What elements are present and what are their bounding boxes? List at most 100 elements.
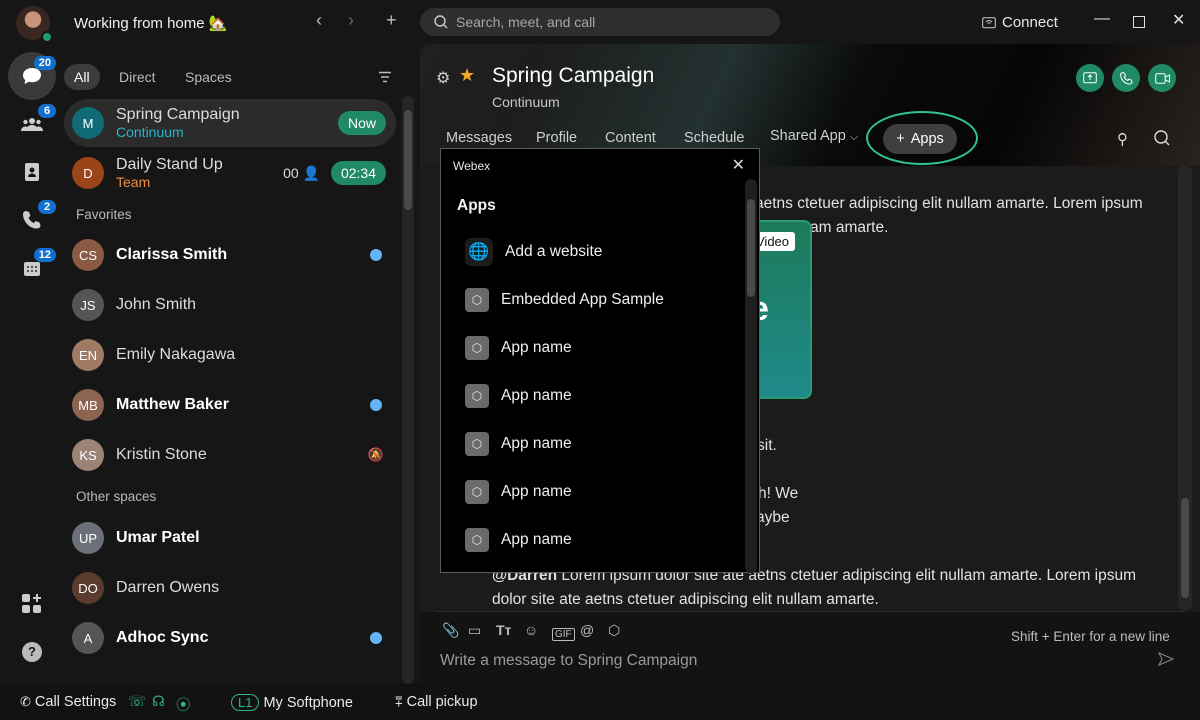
settings-gear-icon[interactable]: ⚙ [436, 68, 450, 88]
app-icon: ⬡ [465, 288, 489, 312]
list-scrollbar[interactable] [402, 96, 414, 684]
list-item-spring-campaign[interactable]: M Spring Campaign Continuum Now [64, 99, 396, 147]
list-item[interactable]: A Adhoc Sync [64, 614, 396, 662]
add-apps-button[interactable] [22, 594, 42, 619]
app-name: Add a website [505, 243, 603, 260]
list-item[interactable]: DO Darren Owens [64, 564, 396, 612]
tab-profile[interactable]: Profile [536, 130, 577, 146]
teams-icon [21, 118, 43, 131]
back-button[interactable]: ‹ [316, 10, 322, 31]
search-input[interactable]: Search, meet, and call [420, 8, 780, 36]
rail-meetings[interactable]: 12 [8, 244, 56, 292]
teams-badge: 6 [38, 104, 56, 118]
app-list-item[interactable]: ⬡ App name [465, 430, 572, 458]
help-icon[interactable]: ? [22, 642, 42, 662]
contact-name: Umar Patel [116, 529, 200, 546]
list-item[interactable]: UP Umar Patel [64, 514, 396, 562]
filter-direct[interactable]: Direct [109, 64, 166, 90]
share-screen-button[interactable] [1076, 64, 1104, 92]
app-list-item[interactable]: ⬡ App name [465, 382, 572, 410]
user-status[interactable]: Working from home 🏡 [74, 14, 227, 32]
unread-indicator [370, 632, 382, 644]
meeting-timer-button[interactable]: 02:34 [330, 161, 386, 185]
call-pickup-button[interactable]: ⩱ Call pickup [395, 694, 478, 710]
screenshot-icon[interactable]: ▭ [468, 622, 481, 639]
apps-add-icon [22, 594, 41, 613]
tab-shared-app[interactable]: Shared App ⌵ [770, 128, 858, 144]
mention-icon[interactable]: @ [580, 622, 594, 638]
forward-button[interactable]: › [348, 10, 354, 31]
message-fragment: aetns ctetuer adipiscing elit nullam ama… [755, 195, 1143, 212]
app-list-item[interactable]: ⬡ Embedded App Sample [465, 286, 664, 314]
maximize-button[interactable] [1133, 16, 1145, 28]
app-icon: ⬡ [465, 528, 489, 552]
voicemail-icon[interactable]: ⦿ [176, 694, 191, 715]
list-item[interactable]: KS Kristin Stone 🔕 [64, 431, 396, 479]
format-text-icon[interactable]: Tт [496, 622, 511, 638]
popup-scrollbar[interactable] [745, 179, 757, 573]
search-space-icon[interactable] [1154, 130, 1170, 151]
popup-close-button[interactable]: ✕ [732, 155, 745, 175]
messages-scrollbar[interactable] [1178, 166, 1192, 610]
missed-call-icon[interactable]: ☊ [152, 694, 165, 710]
muted-bell-icon: 🔕 [367, 447, 384, 462]
tab-content[interactable]: Content [605, 130, 656, 146]
connect-button[interactable]: Connect [982, 14, 1058, 31]
contact-name: Darren Owens [116, 579, 220, 596]
join-now-button[interactable]: Now [337, 111, 386, 135]
space-name: Spring Campaign [116, 106, 240, 123]
new-button[interactable]: + [386, 10, 397, 31]
list-item-daily-stand-up[interactable]: D Daily Stand Up Team 00 👤 02:34 [64, 149, 396, 197]
participant-count: 00 👤 [283, 164, 320, 181]
team-name: Continuum [116, 124, 184, 140]
filter-menu-icon[interactable] [379, 70, 391, 88]
video-icon [1154, 72, 1170, 84]
space-subtitle[interactable]: Continuum [492, 94, 560, 110]
user-avatar[interactable] [16, 6, 53, 43]
send-button[interactable] [1157, 652, 1175, 671]
app-list-item[interactable]: ⬡ App name [465, 334, 572, 362]
presence-indicator [41, 31, 53, 43]
attach-icon[interactable]: 📎 [442, 622, 459, 639]
close-window-button[interactable]: ✕ [1172, 10, 1185, 30]
avatar: A [72, 622, 104, 654]
app-list-item[interactable]: ⬡ App name [465, 526, 572, 554]
call-button[interactable] [1112, 64, 1140, 92]
list-item[interactable]: CS Clarissa Smith [64, 231, 396, 279]
softphone-button[interactable]: L1 My Softphone [231, 694, 353, 711]
more-apps-icon[interactable]: ⬡ [608, 622, 620, 639]
message-fragment: h! We [758, 485, 799, 502]
tab-messages[interactable]: Messages [446, 130, 512, 146]
share-screen-icon [1083, 72, 1097, 84]
phone-icon [23, 211, 41, 229]
rail-teams[interactable]: 6 [8, 100, 56, 148]
message-input[interactable]: Write a message to Spring Campaign [440, 652, 697, 670]
space-name: Daily Stand Up [116, 156, 223, 173]
globe-icon: 🌐 [465, 238, 493, 266]
filter-all[interactable]: All [64, 64, 100, 90]
unread-indicator [370, 399, 382, 411]
video-call-button[interactable] [1148, 64, 1176, 92]
app-list-item[interactable]: 🌐 Add a website [465, 238, 602, 266]
emoji-icon[interactable]: ☺ [524, 622, 538, 638]
list-item[interactable]: JS John Smith [64, 281, 396, 329]
send-icon [1157, 652, 1175, 666]
avatar: UP [72, 522, 104, 554]
rail-contacts[interactable] [8, 148, 56, 196]
list-item[interactable]: EN Emily Nakagawa [64, 331, 396, 379]
popup-window-title: Webex [453, 159, 491, 173]
call-settings-button[interactable]: ✆ Call Settings [20, 694, 116, 710]
filter-spaces[interactable]: Spaces [175, 64, 242, 90]
rail-messaging[interactable]: 20 [8, 52, 56, 100]
gif-icon[interactable]: GIF [552, 628, 575, 641]
list-item[interactable]: MB Matthew Baker [64, 381, 396, 429]
tab-schedule[interactable]: Schedule [684, 130, 744, 146]
phone-icon [1119, 71, 1133, 85]
minimize-button[interactable]: — [1094, 10, 1110, 28]
rail-calling[interactable]: 2 [8, 196, 56, 244]
app-list-item[interactable]: ⬡ App name [465, 478, 572, 506]
pin-list-icon[interactable]: ⚲ [1117, 130, 1128, 148]
unread-indicator [370, 249, 382, 261]
favorite-star-icon[interactable]: ★ [459, 65, 475, 86]
call-forward-icon[interactable]: ☏ [128, 694, 146, 710]
